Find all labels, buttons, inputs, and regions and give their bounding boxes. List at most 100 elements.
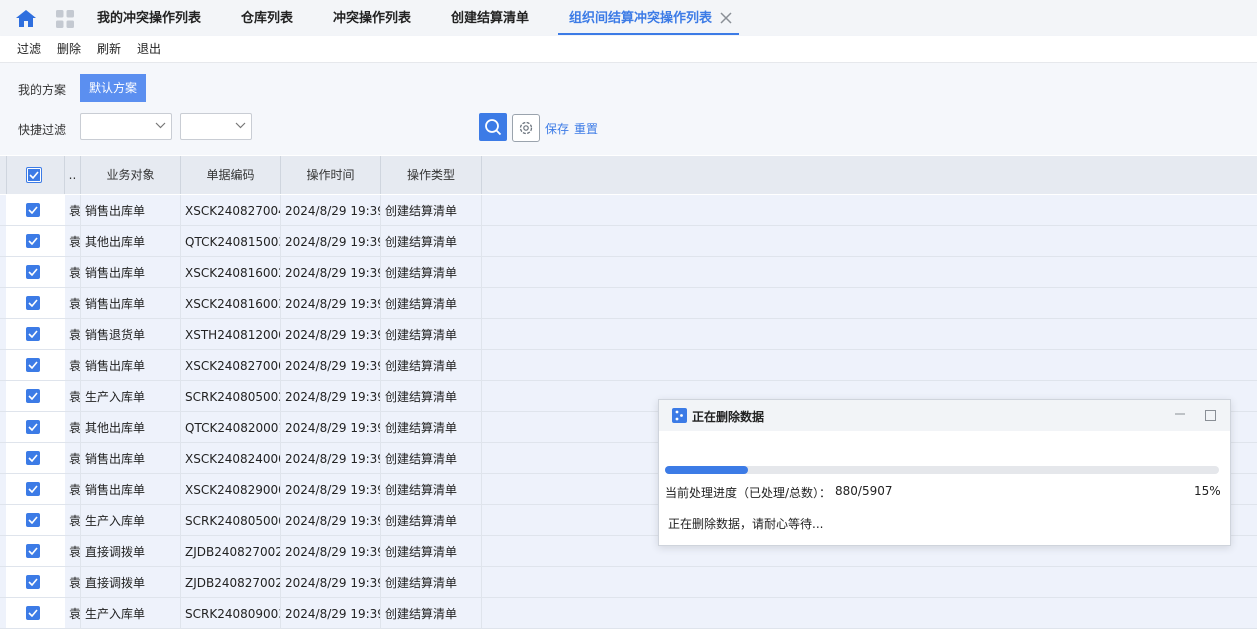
row-cell-business-object[interactable]: 生产入库单: [81, 598, 181, 628]
row-checkbox[interactable]: [26, 420, 40, 434]
row-cell-creator[interactable]: 袁: [65, 257, 81, 287]
row-cell-creator[interactable]: 袁: [65, 536, 81, 566]
row-cell-creator[interactable]: 袁: [65, 319, 81, 349]
column-header-operation-time[interactable]: 操作时间: [281, 156, 381, 194]
row-cell-operation-time[interactable]: 2024/8/29 19:39: [281, 474, 381, 504]
exit-button[interactable]: 退出: [137, 40, 161, 57]
row-cell-operation-time[interactable]: 2024/8/29 19:39: [281, 319, 381, 349]
close-icon[interactable]: [720, 12, 732, 24]
row-cell-business-object[interactable]: 直接调拨单: [81, 536, 181, 566]
table-row[interactable]: 袁销售出库单 XSCK240827004 2024/8/29 19:39 创建结算清单: [0, 195, 1257, 226]
row-cell-creator[interactable]: 袁: [65, 474, 81, 504]
row-cell-operation-time[interactable]: 2024/8/29 19:39: [281, 598, 381, 628]
row-checkbox[interactable]: [26, 327, 40, 341]
row-cell-creator[interactable]: 袁: [65, 505, 81, 535]
select-all-checkbox[interactable]: [26, 167, 42, 183]
row-cell-business-object[interactable]: 生产入库单: [81, 381, 181, 411]
row-cell-document-code[interactable]: XSCK240824000: [181, 443, 281, 473]
row-cell-business-object[interactable]: 其他出库单: [81, 226, 181, 256]
row-checkbox[interactable]: [26, 358, 40, 372]
row-cell-business-object[interactable]: 销售出库单: [81, 195, 181, 225]
row-cell-document-code[interactable]: SCRK240809003: [181, 598, 281, 628]
tab-conflict-list[interactable]: 冲突操作列表: [333, 0, 411, 35]
row-cell-creator[interactable]: 袁: [65, 381, 81, 411]
row-cell-operation-type[interactable]: 创建结算清单: [381, 443, 482, 473]
column-header-business-object[interactable]: 业务对象: [81, 156, 181, 194]
table-row[interactable]: 袁生产入库单 SCRK240809003 2024/8/29 19:39 创建结算清单: [0, 598, 1257, 629]
column-header-operation-type[interactable]: 操作类型: [381, 156, 482, 194]
search-button[interactable]: [479, 113, 507, 141]
row-cell-document-code[interactable]: XSCK240827000: [181, 350, 281, 380]
row-cell-document-code[interactable]: XSCK240829000: [181, 474, 281, 504]
row-cell-creator[interactable]: 袁: [65, 412, 81, 442]
row-checkbox[interactable]: [26, 296, 40, 310]
quick-filter-operator-select[interactable]: [180, 113, 252, 140]
row-cell-business-object[interactable]: 销售出库单: [81, 443, 181, 473]
row-cell-operation-time[interactable]: 2024/8/29 19:39: [281, 257, 381, 287]
maximize-icon[interactable]: [1205, 410, 1216, 421]
tab-warehouse-list[interactable]: 仓库列表: [241, 0, 293, 35]
table-row[interactable]: 袁直接调拨单 ZJDB240827002 2024/8/29 19:39 创建结算清单: [0, 567, 1257, 598]
row-cell-creator[interactable]: 袁: [65, 567, 81, 597]
row-cell-creator[interactable]: 袁: [65, 598, 81, 628]
minimize-icon[interactable]: [1174, 408, 1186, 420]
save-link[interactable]: 保存: [545, 120, 569, 137]
row-cell-document-code[interactable]: ZJDB240827002: [181, 567, 281, 597]
tab-my-conflict-list[interactable]: 我的冲突操作列表: [97, 0, 201, 35]
column-header-document-code[interactable]: 单据编码: [181, 156, 281, 194]
row-cell-operation-type[interactable]: 创建结算清单: [381, 598, 482, 628]
tab-org-settlement-conflict-list[interactable]: 组织间结算冲突操作列表: [558, 0, 739, 35]
row-cell-operation-time[interactable]: 2024/8/29 19:39: [281, 288, 381, 318]
row-cell-creator[interactable]: 袁: [65, 350, 81, 380]
row-checkbox[interactable]: [26, 203, 40, 217]
row-cell-operation-time[interactable]: 2024/8/29 19:39: [281, 567, 381, 597]
table-row[interactable]: 袁其他出库单 QTCK240815003 2024/8/29 19:39 创建结算清单: [0, 226, 1257, 257]
settings-button[interactable]: [512, 114, 540, 142]
row-cell-operation-time[interactable]: 2024/8/29 19:39: [281, 505, 381, 535]
table-row[interactable]: 袁销售出库单 XSCK240816003 2024/8/29 19:39 创建结算清单: [0, 288, 1257, 319]
row-cell-operation-type[interactable]: 创建结算清单: [381, 319, 482, 349]
row-cell-document-code[interactable]: QTCK240815003: [181, 226, 281, 256]
row-cell-business-object[interactable]: 销售出库单: [81, 474, 181, 504]
row-cell-document-code[interactable]: ZJDB240827002: [181, 536, 281, 566]
reset-link[interactable]: 重置: [574, 120, 598, 137]
column-header-collapsed[interactable]: ..: [65, 156, 81, 194]
row-cell-operation-type[interactable]: 创建结算清单: [381, 381, 482, 411]
row-cell-document-code[interactable]: XSCK240816003: [181, 288, 281, 318]
home-icon[interactable]: [16, 10, 36, 27]
row-checkbox[interactable]: [26, 575, 40, 589]
row-cell-business-object[interactable]: 销售出库单: [81, 257, 181, 287]
row-cell-document-code[interactable]: QTCK240820001: [181, 412, 281, 442]
row-cell-operation-time[interactable]: 2024/8/29 19:39: [281, 381, 381, 411]
row-cell-operation-time[interactable]: 2024/8/29 19:39: [281, 350, 381, 380]
row-checkbox[interactable]: [26, 513, 40, 527]
quick-filter-field-select[interactable]: [80, 113, 172, 140]
row-cell-business-object[interactable]: 销售出库单: [81, 288, 181, 318]
row-cell-operation-time[interactable]: 2024/8/29 19:39: [281, 226, 381, 256]
row-cell-creator[interactable]: 袁: [65, 226, 81, 256]
row-cell-operation-type[interactable]: 创建结算清单: [381, 567, 482, 597]
row-cell-operation-type[interactable]: 创建结算清单: [381, 412, 482, 442]
row-cell-operation-type[interactable]: 创建结算清单: [381, 195, 482, 225]
table-row[interactable]: 袁销售出库单 XSCK240827000 2024/8/29 19:39 创建结算清单: [0, 350, 1257, 381]
row-checkbox[interactable]: [26, 265, 40, 279]
table-row[interactable]: 袁销售退货单 XSTH240812000 2024/8/29 19:39 创建结算清单: [0, 319, 1257, 350]
row-cell-document-code[interactable]: XSCK240816002: [181, 257, 281, 287]
row-cell-operation-time[interactable]: 2024/8/29 19:39: [281, 412, 381, 442]
row-cell-operation-time[interactable]: 2024/8/29 19:39: [281, 443, 381, 473]
row-checkbox[interactable]: [26, 482, 40, 496]
row-checkbox[interactable]: [26, 234, 40, 248]
row-cell-business-object[interactable]: 销售出库单: [81, 350, 181, 380]
row-cell-document-code[interactable]: SCRK240805002: [181, 381, 281, 411]
row-cell-operation-type[interactable]: 创建结算清单: [381, 505, 482, 535]
row-cell-operation-type[interactable]: 创建结算清单: [381, 226, 482, 256]
delete-button[interactable]: 删除: [57, 40, 81, 57]
default-scheme-button[interactable]: 默认方案: [80, 74, 146, 102]
row-cell-operation-type[interactable]: 创建结算清单: [381, 257, 482, 287]
row-cell-operation-type[interactable]: 创建结算清单: [381, 536, 482, 566]
row-cell-operation-type[interactable]: 创建结算清单: [381, 350, 482, 380]
row-cell-document-code[interactable]: XSTH240812000: [181, 319, 281, 349]
row-cell-creator[interactable]: 袁: [65, 195, 81, 225]
row-cell-business-object[interactable]: 销售退货单: [81, 319, 181, 349]
row-checkbox[interactable]: [26, 389, 40, 403]
